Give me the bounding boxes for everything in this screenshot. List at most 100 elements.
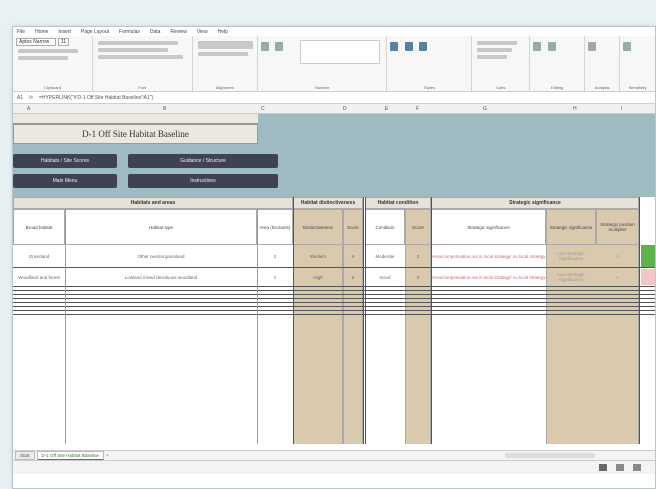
column-divider [65,209,66,444]
format-table-icon[interactable] [275,42,284,51]
excel-window: File Home Insert Page Layout Formulas Da… [12,26,656,489]
ribbon-group-number: Number [258,36,388,91]
table-cell[interactable]: 1 [257,269,293,285]
group-header: Habitat condition [365,197,431,209]
column-header[interactable]: F [416,106,419,112]
table-cell[interactable]: Low Strategic Significance [546,245,596,267]
ribbon-group-editing: Editing [530,36,586,91]
page-break-icon[interactable] [633,464,641,471]
group-header: Strategic significance [431,197,639,209]
table-cell[interactable]: Area/compensation not in local strategy/… [431,245,546,267]
table-cell[interactable]: Woodland and forest [13,269,65,285]
tab-start[interactable]: Start [15,451,35,460]
menu-view[interactable]: View [197,29,208,35]
horizontal-scrollbar[interactable] [505,453,595,458]
name-box[interactable]: A1 [17,95,23,101]
add-sheet-icon[interactable]: + [106,453,109,458]
menu-help[interactable]: Help [218,29,228,35]
table-cell[interactable]: 2 [405,245,431,267]
tab-d1-off-site-habitat-baseline[interactable]: D-1 Off Site Habitat Baseline [36,450,104,461]
ribbon-group-label: Number [314,85,330,90]
table-cell[interactable]: Medium [293,245,343,267]
column-divider [639,197,640,444]
column-title: Condition [365,209,405,245]
title-top-band [13,114,258,124]
column-divider [431,197,432,444]
ribbon-group-label: Alignment [215,85,234,90]
column-headers: A B C D E F G H I [13,104,655,114]
ribbon-group-analysis: Analysis [585,36,621,91]
main-menu-button[interactable]: Main Menu [13,174,117,188]
column-divider [257,209,258,444]
ribbon-group-cells: Cells [472,36,531,91]
column-header[interactable]: D [343,106,347,112]
column-header[interactable]: E [385,106,388,112]
row-divider [13,267,655,268]
delete-icon[interactable] [404,42,413,51]
find-select-icon[interactable] [547,42,556,51]
fx-icon[interactable]: fx [29,95,33,101]
menu-review[interactable]: Review [170,29,186,35]
menu-formulas[interactable]: Formulas [119,29,140,35]
status-indicator [641,269,655,285]
column-header[interactable]: A [27,106,30,112]
column-title: Score [405,209,431,245]
cell-styles-gallery[interactable] [299,40,380,64]
table-cell[interactable]: Good [365,269,405,285]
font-name-box[interactable]: Aptos Narrow [16,38,56,46]
ribbon-group-label: Styles [423,85,435,90]
row-divider [13,294,655,295]
worksheet[interactable]: D-1 Off Site Habitat Baseline Habitats /… [13,114,655,444]
table-cell[interactable]: Area/compensation not in local strategy/… [431,269,546,285]
table-cell[interactable]: Grassland [13,245,65,267]
table-cell[interactable]: 1 [596,245,639,267]
column-header[interactable]: C [261,106,265,112]
table-cell[interactable]: 6 [343,269,363,285]
table-cell[interactable]: 2 [257,245,293,267]
instructions-button[interactable]: Instructions [128,174,278,188]
ribbon-group-sensitivity: Sensitivity [620,36,655,91]
table-cell[interactable]: 3 [405,269,431,285]
normal-view-icon[interactable] [599,464,607,471]
menu-page-layout[interactable]: Page Layout [81,29,109,35]
table-cell[interactable]: Low Strategic Significance [546,269,596,285]
column-title: Distinctiveness [293,209,343,245]
column-header[interactable]: I [621,106,622,112]
habitats-site-scores-button[interactable]: Habitats / Site Scores [13,154,117,168]
menu-insert[interactable]: Insert [58,29,71,35]
table-cell[interactable]: Other neutral grassland [65,245,257,267]
sort-filter-icon[interactable] [533,42,542,51]
analyze-data-icon[interactable] [588,42,597,51]
formula-bar: A1 fx =HYPERLINK("#'D-1 Off Site Habitat… [13,92,655,104]
table-cell[interactable]: 4 [343,245,363,267]
menu-file[interactable]: File [17,29,25,35]
formula-input[interactable]: =HYPERLINK("#'D-1 Off Site Habitat Basel… [39,95,153,101]
row-divider [13,286,655,287]
font-size-box[interactable]: 11 [58,38,70,46]
format-icon[interactable] [419,42,428,51]
column-header[interactable]: H [573,106,577,112]
guidance-structure-button[interactable]: Guidance / Structure [128,154,278,168]
table-cell[interactable]: Lowland mixed deciduous woodland [65,269,257,285]
column-header[interactable]: G [483,106,487,112]
table-cell[interactable]: 1 [596,269,639,285]
table-cell[interactable]: Moderate [365,245,405,267]
row-divider [13,302,655,303]
ribbon-group-label: Clipboard [43,85,61,90]
sheet-tabs: Start D-1 Off Site Habitat Baseline + [13,450,655,461]
sheet-title: D-1 Off Site Habitat Baseline [13,124,258,144]
ribbon-group-label: Sensitivity [628,85,647,90]
table-cell[interactable]: High [293,269,343,285]
ribbon-group-label: Editing [551,85,564,90]
conditional-format-icon[interactable] [260,42,269,51]
row-divider [13,314,655,315]
ribbon-group-label: Cells [496,85,506,90]
ribbon: Aptos Narrow 11 Clipboard Font Alignment… [13,36,655,92]
row-divider [13,306,655,307]
menu-data[interactable]: Data [150,29,161,35]
page-layout-icon[interactable] [616,464,624,471]
insert-icon[interactable] [390,42,399,51]
sensitivity-icon[interactable] [623,42,632,51]
column-header[interactable]: B [163,106,166,112]
menu-home[interactable]: Home [35,29,48,35]
